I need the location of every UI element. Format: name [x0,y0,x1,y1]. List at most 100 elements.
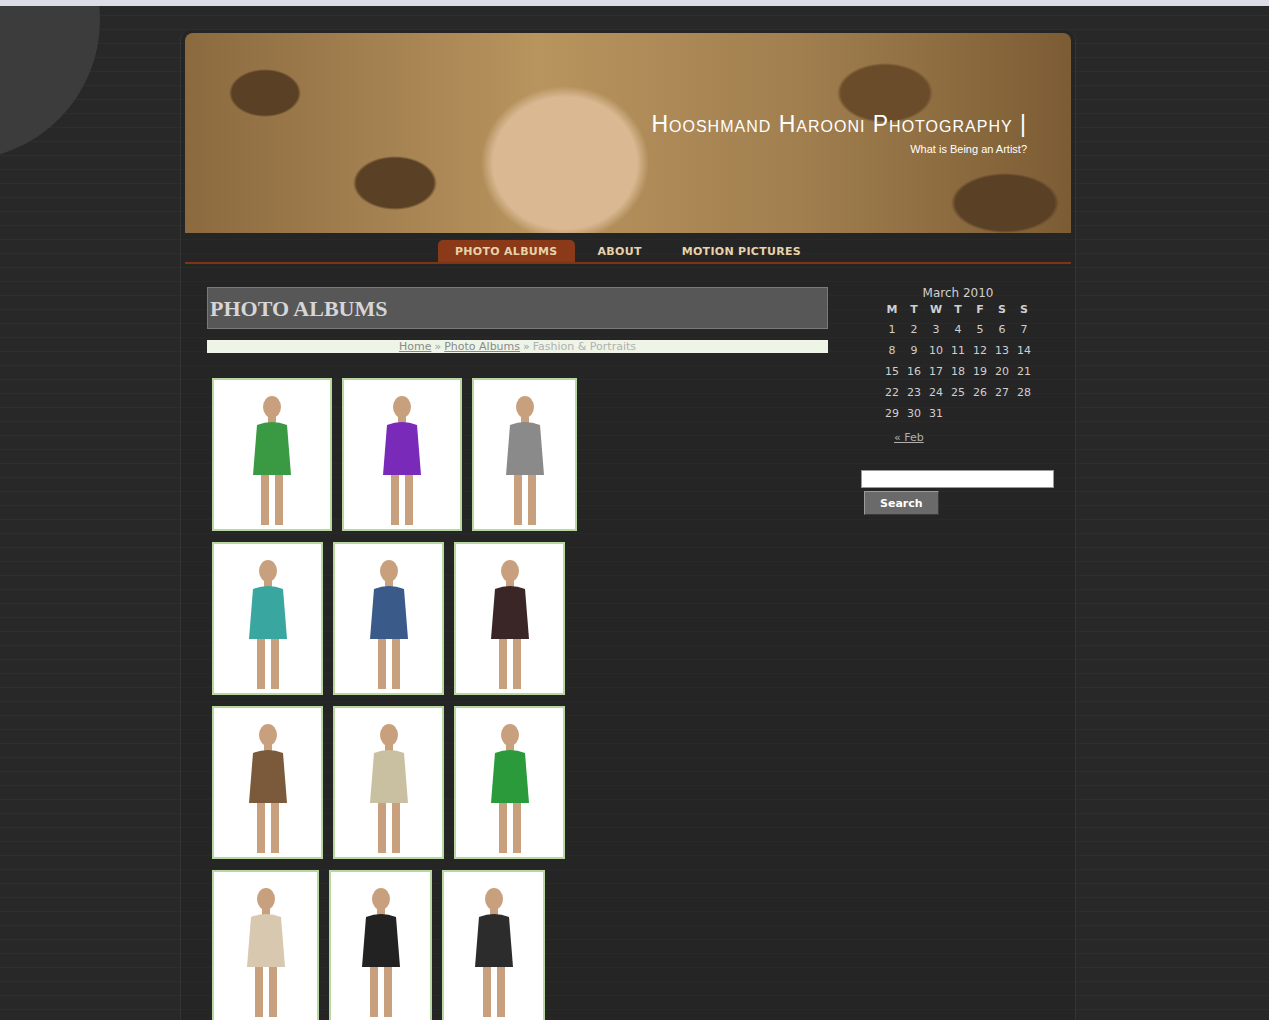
gallery-row [212,542,828,695]
photo-thumbnail[interactable] [333,542,444,695]
calendar-weekday: M [881,300,903,319]
breadcrumb-link[interactable]: Photo Albums [444,340,520,353]
person-figure-icon [233,553,303,693]
photo-thumbnail[interactable] [212,706,323,859]
person-figure-icon [346,881,416,1020]
browser-strip [0,0,1269,6]
sidebar: March 2010 MTWTFSS1234567891011121314151… [861,264,1057,515]
calendar-day[interactable]: 25 [947,382,969,403]
nav-tab[interactable]: ABOUT [581,240,659,262]
site-branding: Hooshmand Harooni Photography | What is … [651,111,1027,157]
person-figure-icon [367,389,437,529]
person-figure-icon [475,553,545,693]
calendar-week: 293031 [881,403,1035,424]
photo-thumbnail[interactable] [342,378,462,531]
calendar-weekday: T [903,300,925,319]
calendar-day[interactable]: 24 [925,382,947,403]
calendar-day[interactable]: 26 [969,382,991,403]
calendar-caption: March 2010 [881,286,1035,300]
photo-gallery [212,378,828,1020]
nav-tab[interactable]: PHOTO ALBUMS [438,240,575,262]
breadcrumb-separator: » [523,340,530,353]
photo-thumbnail[interactable] [472,378,577,531]
gallery-row [212,706,828,859]
calendar-day[interactable]: 20 [991,361,1013,382]
calendar-day[interactable]: 7 [1013,319,1035,340]
calendar-day[interactable]: 12 [969,340,991,361]
breadcrumb-current: Fashion & Portraits [533,340,636,353]
calendar-day[interactable]: 17 [925,361,947,382]
calendar-week: 891011121314 [881,340,1035,361]
calendar-blank [991,403,1013,424]
calendar-day[interactable]: 23 [903,382,925,403]
gallery-row [212,870,828,1020]
calendar-day[interactable]: 31 [925,403,947,424]
header-banner: Hooshmand Harooni Photography | What is … [185,33,1071,233]
calendar-day[interactable]: 8 [881,340,903,361]
breadcrumb-separator: » [434,340,441,353]
calendar-day[interactable]: 10 [925,340,947,361]
photo-thumbnail[interactable] [212,378,332,531]
calendar-day[interactable]: 6 [991,319,1013,340]
calendar-day[interactable]: 28 [1013,382,1035,403]
calendar-day[interactable]: 30 [903,403,925,424]
person-figure-icon [475,717,545,857]
calendar-day[interactable]: 16 [903,361,925,382]
content-column: PHOTO ALBUMS Home»Photo Albums»Fashion &… [207,264,828,1020]
search-form: Search [861,470,1057,515]
calendar-day[interactable]: 27 [991,382,1013,403]
breadcrumb-link[interactable]: Home [399,340,431,353]
site-wrapper: Hooshmand Harooni Photography | What is … [180,30,1076,1020]
calendar: MTWTFSS123456789101112131415161718192021… [881,300,1035,424]
calendar-day[interactable]: 3 [925,319,947,340]
calendar-day[interactable]: 19 [969,361,991,382]
calendar-blank [947,403,969,424]
person-figure-icon [237,389,307,529]
photo-thumbnail[interactable] [454,706,565,859]
main-navigation: PHOTO ALBUMS ABOUT MOTION PICTURES [185,233,1071,264]
photo-thumbnail[interactable] [333,706,444,859]
calendar-blank [969,403,991,424]
calendar-day[interactable]: 11 [947,340,969,361]
calendar-day[interactable]: 5 [969,319,991,340]
calendar-weekday: S [991,300,1013,319]
calendar-day[interactable]: 29 [881,403,903,424]
photo-thumbnail[interactable] [454,542,565,695]
search-field[interactable] [861,470,1054,488]
calendar-weekday: F [969,300,991,319]
calendar-day[interactable]: 14 [1013,340,1035,361]
calendar-day[interactable]: 21 [1013,361,1035,382]
photo-thumbnail[interactable] [329,870,432,1020]
search-button[interactable]: Search [864,491,939,515]
calendar-week: 15161718192021 [881,361,1035,382]
person-figure-icon [459,881,529,1020]
calendar-day[interactable]: 18 [947,361,969,382]
photo-thumbnail[interactable] [212,542,323,695]
breadcrumb: Home»Photo Albums»Fashion & Portraits [207,340,828,353]
calendar-week: 1234567 [881,319,1035,340]
photo-thumbnail[interactable] [212,870,319,1020]
person-figure-icon [354,553,424,693]
person-figure-icon [490,389,560,529]
calendar-day[interactable]: 15 [881,361,903,382]
nav-tab[interactable]: MOTION PICTURES [665,240,818,262]
gallery-row [212,378,828,531]
previous-month-link[interactable]: « Feb [894,431,924,444]
person-figure-icon [231,881,301,1020]
person-figure-icon [233,717,303,857]
photo-thumbnail[interactable] [442,870,545,1020]
calendar-week: 22232425262728 [881,382,1035,403]
calendar-day[interactable]: 4 [947,319,969,340]
calendar-day[interactable]: 2 [903,319,925,340]
calendar-weekday: W [925,300,947,319]
site-title[interactable]: Hooshmand Harooni Photography | [651,111,1027,139]
calendar-day[interactable]: 13 [991,340,1013,361]
calendar-blank [1013,403,1035,424]
calendar-day[interactable]: 9 [903,340,925,361]
site-tagline: What is Being an Artist? [651,141,1027,158]
background-circle [0,0,100,160]
calendar-day[interactable]: 22 [881,382,903,403]
calendar-day[interactable]: 1 [881,319,903,340]
person-figure-icon [354,717,424,857]
page-heading: PHOTO ALBUMS [207,287,828,329]
